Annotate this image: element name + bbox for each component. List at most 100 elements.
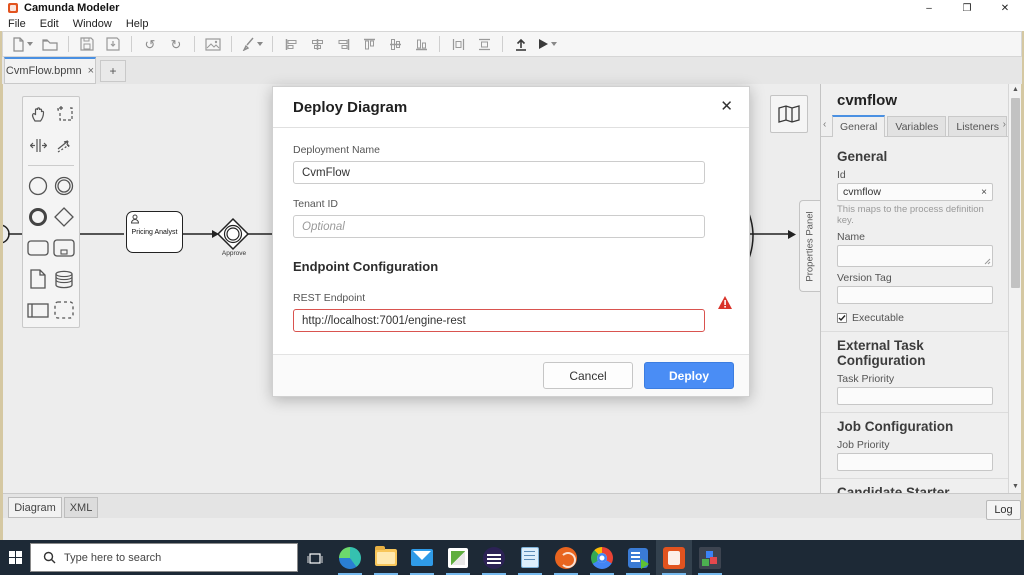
deploy-button-toolbar[interactable] — [509, 33, 533, 55]
new-file-caret-icon — [27, 42, 33, 46]
align-right-button[interactable] — [331, 33, 355, 55]
start-button[interactable] — [0, 540, 30, 575]
job-configuration-heading: Job Configuration — [837, 419, 954, 434]
taskbar-file-explorer[interactable] — [368, 540, 404, 575]
menu-file[interactable]: File — [8, 18, 26, 30]
create-data-object[interactable] — [26, 267, 50, 291]
taskbar-text-editor[interactable] — [440, 540, 476, 575]
minimize-button[interactable]: – — [910, 0, 948, 16]
save-icon — [80, 37, 94, 51]
create-intermediate-event[interactable] — [52, 174, 76, 198]
properties-scrollbar[interactable]: ▲ ▼ — [1008, 84, 1021, 493]
distribute-vertical-button[interactable] — [472, 33, 496, 55]
align-bottom-button[interactable] — [409, 33, 433, 55]
name-textarea[interactable] — [837, 245, 993, 267]
taskbar-search[interactable]: Type here to search — [30, 543, 298, 572]
rest-endpoint-input[interactable] — [293, 309, 705, 332]
create-group[interactable] — [52, 298, 76, 322]
xml-view-tab[interactable]: XML — [64, 497, 98, 518]
task-view-button[interactable] — [298, 540, 332, 575]
save-button[interactable] — [75, 33, 99, 55]
taskbar-chrome[interactable] — [584, 540, 620, 575]
menu-window[interactable]: Window — [73, 18, 112, 30]
version-tag-input[interactable] — [837, 286, 993, 304]
distribute-horizontal-button[interactable] — [446, 33, 470, 55]
menu-help[interactable]: Help — [126, 18, 149, 30]
properties-tabbar: ‹ General Variables Listeners E › — [821, 115, 1008, 137]
orange-app-icon — [555, 546, 577, 569]
job-priority-input[interactable] — [837, 453, 993, 471]
taskbar-mail[interactable] — [404, 540, 440, 575]
tenant-id-input[interactable] — [293, 215, 705, 238]
align-bottom-icon — [415, 39, 427, 50]
undo-button[interactable]: ↺ — [138, 33, 162, 55]
tabs-scroll-left-icon[interactable]: ‹ — [823, 119, 826, 130]
global-connect-tool[interactable] — [52, 133, 76, 157]
taskbar-eclipse[interactable] — [476, 540, 512, 575]
scrollbar-thumb[interactable] — [1011, 98, 1020, 288]
palette-separator — [28, 165, 74, 166]
tabs-scroll-right-icon[interactable]: › — [1003, 119, 1006, 130]
properties-panel-toggle[interactable]: Properties Panel — [799, 200, 820, 292]
create-gateway[interactable] — [52, 205, 76, 229]
log-button[interactable]: Log — [986, 500, 1021, 520]
taskbar-terminal-app[interactable] — [692, 540, 728, 575]
diagram-view-tab[interactable]: Diagram — [8, 497, 62, 518]
redo-button[interactable]: ↻ — [164, 33, 188, 55]
create-task[interactable] — [26, 236, 50, 260]
tab-variables[interactable]: Variables — [887, 116, 947, 136]
general-section-heading: General — [837, 149, 888, 164]
align-top-button[interactable] — [357, 33, 381, 55]
tab-general[interactable]: General — [832, 115, 886, 137]
tab-cvmflow-bpmn[interactable]: CvmFlow.bpmn × — [4, 57, 96, 84]
resize-handle-icon[interactable] — [984, 258, 991, 265]
create-end-event[interactable] — [26, 205, 50, 229]
taskbar-notepad[interactable] — [512, 540, 548, 575]
task-priority-input[interactable] — [837, 387, 993, 405]
hand-tool[interactable] — [26, 102, 50, 126]
restore-button[interactable]: ❐ — [948, 0, 986, 16]
tab-close-icon[interactable]: × — [88, 65, 94, 77]
executable-checkbox[interactable] — [837, 313, 847, 323]
id-input[interactable]: cvmflow × — [837, 183, 993, 201]
view-switch-bar: Diagram XML — [0, 493, 1024, 518]
taskbar-edge[interactable] — [332, 540, 368, 575]
modal-close-icon[interactable]: ✕ — [720, 97, 733, 115]
version-tag-label: Version Tag — [837, 272, 892, 284]
taskbar-database-tool[interactable] — [620, 540, 656, 575]
new-file-button[interactable] — [9, 33, 36, 55]
align-center-button[interactable] — [305, 33, 329, 55]
create-subprocess[interactable] — [52, 236, 76, 260]
space-tool[interactable] — [26, 133, 50, 157]
taskbar-orange-app[interactable] — [548, 540, 584, 575]
canvas-area[interactable]: Pricing Analyst Approve Properties Panel… — [0, 84, 1024, 493]
participant-icon — [27, 302, 49, 318]
save-as-icon — [106, 37, 120, 51]
start-instance-button[interactable] — [535, 33, 560, 55]
save-as-button[interactable] — [101, 33, 125, 55]
deployment-name-input[interactable] — [293, 161, 705, 184]
set-color-button[interactable] — [238, 33, 266, 55]
open-file-button[interactable] — [38, 33, 62, 55]
titlebar: Camunda Modeler – ❐ ✕ — [0, 0, 1024, 16]
close-button[interactable]: ✕ — [986, 0, 1024, 16]
lasso-tool[interactable] — [52, 102, 76, 126]
create-data-store[interactable] — [52, 267, 76, 291]
tab-listeners[interactable]: Listeners — [948, 116, 1007, 136]
deploy-button[interactable]: Deploy — [644, 362, 734, 389]
bpmn-task-pricing-analyst[interactable]: Pricing Analyst — [126, 211, 183, 253]
play-icon — [539, 39, 548, 49]
align-middle-button[interactable] — [383, 33, 407, 55]
taskbar-camunda-modeler[interactable] — [656, 540, 692, 575]
clear-id-icon[interactable]: × — [981, 187, 987, 198]
create-participant[interactable] — [26, 298, 50, 322]
export-image-button[interactable] — [201, 33, 225, 55]
warning-icon — [718, 296, 732, 309]
new-tab-button[interactable]: + — [100, 60, 126, 82]
minimap-toggle-button[interactable] — [770, 95, 808, 133]
menu-edit[interactable]: Edit — [40, 18, 59, 30]
create-start-event[interactable] — [26, 174, 50, 198]
align-left-button[interactable] — [279, 33, 303, 55]
align-top-icon — [363, 38, 375, 49]
cancel-button[interactable]: Cancel — [543, 362, 633, 389]
